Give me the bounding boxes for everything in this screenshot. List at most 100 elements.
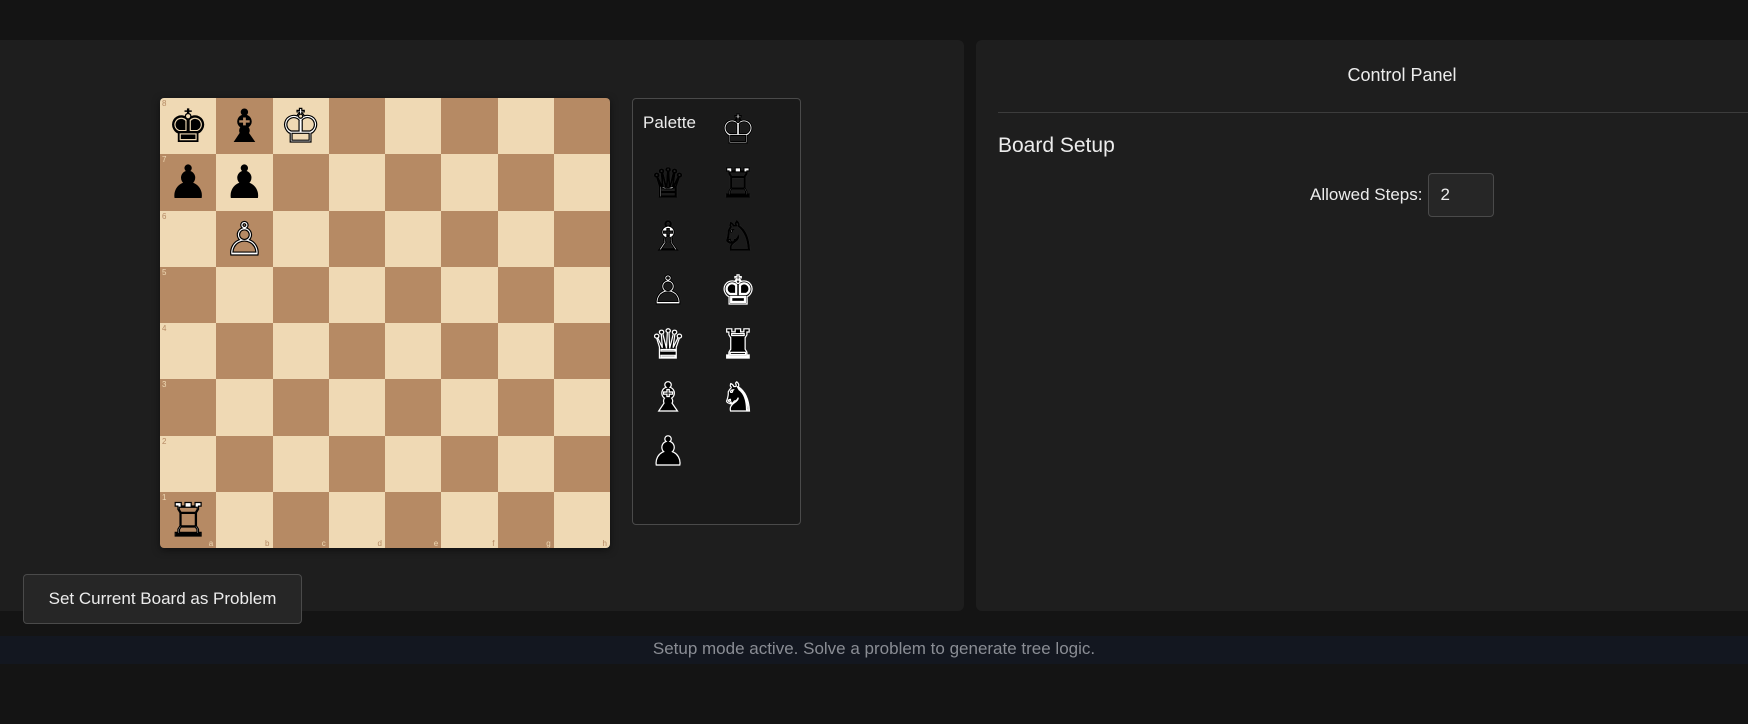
- square-f2[interactable]: [441, 435, 498, 492]
- palette-white-queen-icon[interactable]: ♕: [643, 159, 693, 209]
- square-d7[interactable]: [328, 154, 385, 211]
- square-e1[interactable]: e: [385, 491, 442, 548]
- file-label: a: [208, 539, 214, 548]
- allowed-steps-row: Allowed Steps:: [1310, 173, 1495, 217]
- palette-black-rook-icon[interactable]: ♜: [713, 320, 763, 370]
- palette-white-king-icon[interactable]: ♔: [713, 105, 763, 155]
- square-b1[interactable]: b: [216, 491, 273, 548]
- square-c4[interactable]: [272, 323, 329, 380]
- square-f7[interactable]: [441, 154, 498, 211]
- palette-black-queen-icon[interactable]: ♛: [643, 320, 693, 370]
- board-setup-heading: Board Setup: [998, 134, 1115, 157]
- square-g8[interactable]: [497, 98, 554, 155]
- rank-label: 1: [162, 492, 167, 502]
- palette-black-bishop-icon[interactable]: ♝: [643, 373, 693, 423]
- square-b8[interactable]: ♝: [216, 98, 273, 155]
- palette-white-pawn-icon[interactable]: ♙: [643, 266, 693, 316]
- square-b4[interactable]: [216, 323, 273, 380]
- square-e6[interactable]: [385, 210, 442, 267]
- square-a8[interactable]: 8 ♚: [160, 98, 217, 155]
- file-label: e: [433, 539, 439, 548]
- square-b6[interactable]: ♙: [216, 210, 273, 267]
- square-b7[interactable]: ♟: [216, 154, 273, 211]
- square-f3[interactable]: [441, 379, 498, 436]
- square-c2[interactable]: [272, 435, 329, 492]
- palette-black-knight-icon[interactable]: ♞: [713, 373, 763, 423]
- white-pawn-icon[interactable]: ♙: [223, 215, 265, 262]
- white-king-icon[interactable]: ♔: [279, 103, 321, 150]
- allowed-steps-input[interactable]: [1428, 173, 1495, 217]
- square-d2[interactable]: [328, 435, 385, 492]
- square-d3[interactable]: [328, 379, 385, 436]
- square-g2[interactable]: [497, 435, 554, 492]
- square-b5[interactable]: [216, 266, 273, 323]
- rank-label: 7: [162, 155, 167, 165]
- palette-white-bishop-icon[interactable]: ♗: [643, 212, 693, 262]
- status-bar: Setup mode active. Solve a problem to ge…: [0, 636, 1748, 664]
- square-b3[interactable]: [216, 379, 273, 436]
- square-d1[interactable]: d: [328, 491, 385, 548]
- square-h2[interactable]: [553, 435, 610, 492]
- square-c5[interactable]: [272, 266, 329, 323]
- chess-board[interactable]: 8 ♚ ♝ ♔ 7 ♟ ♟ 6 ♙ 5 4 3 2 1 a ♖ b c d e f g h: [160, 98, 610, 548]
- square-e4[interactable]: [385, 323, 442, 380]
- black-bishop-icon[interactable]: ♝: [224, 103, 265, 149]
- square-h7[interactable]: [553, 154, 610, 211]
- square-f5[interactable]: [441, 266, 498, 323]
- square-d8[interactable]: [328, 98, 385, 155]
- square-f8[interactable]: [441, 98, 498, 155]
- rank-label: 4: [162, 324, 167, 333]
- square-c3[interactable]: [272, 379, 329, 436]
- square-a6[interactable]: 6: [160, 210, 217, 267]
- set-problem-button[interactable]: Set Current Board as Problem: [23, 574, 302, 624]
- palette-title: Palette: [643, 113, 696, 132]
- square-h6[interactable]: [553, 210, 610, 267]
- square-e5[interactable]: [385, 266, 442, 323]
- file-label: h: [602, 539, 607, 548]
- square-c8[interactable]: ♔: [272, 98, 329, 155]
- file-label: c: [321, 539, 326, 548]
- square-f6[interactable]: [441, 210, 498, 267]
- palette-black-pawn-icon[interactable]: ♟: [643, 427, 693, 477]
- square-e2[interactable]: [385, 435, 442, 492]
- square-g1[interactable]: g: [497, 491, 554, 548]
- rank-label: 3: [162, 380, 167, 390]
- square-a7[interactable]: 7 ♟: [160, 154, 217, 211]
- square-h3[interactable]: [553, 379, 610, 436]
- palette-white-rook-icon[interactable]: ♖: [713, 159, 763, 209]
- square-a3[interactable]: 3: [160, 379, 217, 436]
- square-d5[interactable]: [328, 266, 385, 323]
- square-c1[interactable]: c: [272, 491, 329, 548]
- square-a5[interactable]: 5: [160, 266, 217, 323]
- rank-label: 2: [162, 436, 167, 446]
- square-g4[interactable]: [497, 323, 554, 380]
- square-a4[interactable]: 4: [160, 323, 217, 380]
- square-a2[interactable]: 2: [160, 435, 217, 492]
- square-g7[interactable]: [497, 154, 554, 211]
- square-h1[interactable]: h: [553, 491, 610, 548]
- square-h5[interactable]: [553, 266, 610, 323]
- square-e7[interactable]: [385, 154, 442, 211]
- square-c6[interactable]: [272, 210, 329, 267]
- square-a1[interactable]: 1 a ♖: [160, 491, 217, 548]
- square-f1[interactable]: f: [441, 491, 498, 548]
- allowed-steps-label: Allowed Steps:: [1310, 185, 1423, 204]
- square-g5[interactable]: [497, 266, 554, 323]
- square-d4[interactable]: [328, 323, 385, 380]
- square-e8[interactable]: [385, 98, 442, 155]
- black-pawn-icon[interactable]: ♟: [168, 159, 209, 205]
- black-king-icon[interactable]: ♚: [168, 103, 209, 149]
- palette-white-knight-icon[interactable]: ♘: [713, 212, 763, 262]
- square-g3[interactable]: [497, 379, 554, 436]
- white-rook-icon[interactable]: ♖: [167, 496, 209, 543]
- square-b2[interactable]: [216, 435, 273, 492]
- square-c7[interactable]: [272, 154, 329, 211]
- black-pawn-icon[interactable]: ♟: [224, 159, 265, 205]
- square-d6[interactable]: [328, 210, 385, 267]
- square-g6[interactable]: [497, 210, 554, 267]
- square-h4[interactable]: [553, 323, 610, 380]
- square-f4[interactable]: [441, 323, 498, 380]
- square-e3[interactable]: [385, 379, 442, 436]
- palette-black-king-icon[interactable]: ♚: [713, 266, 763, 316]
- square-h8[interactable]: [553, 98, 610, 155]
